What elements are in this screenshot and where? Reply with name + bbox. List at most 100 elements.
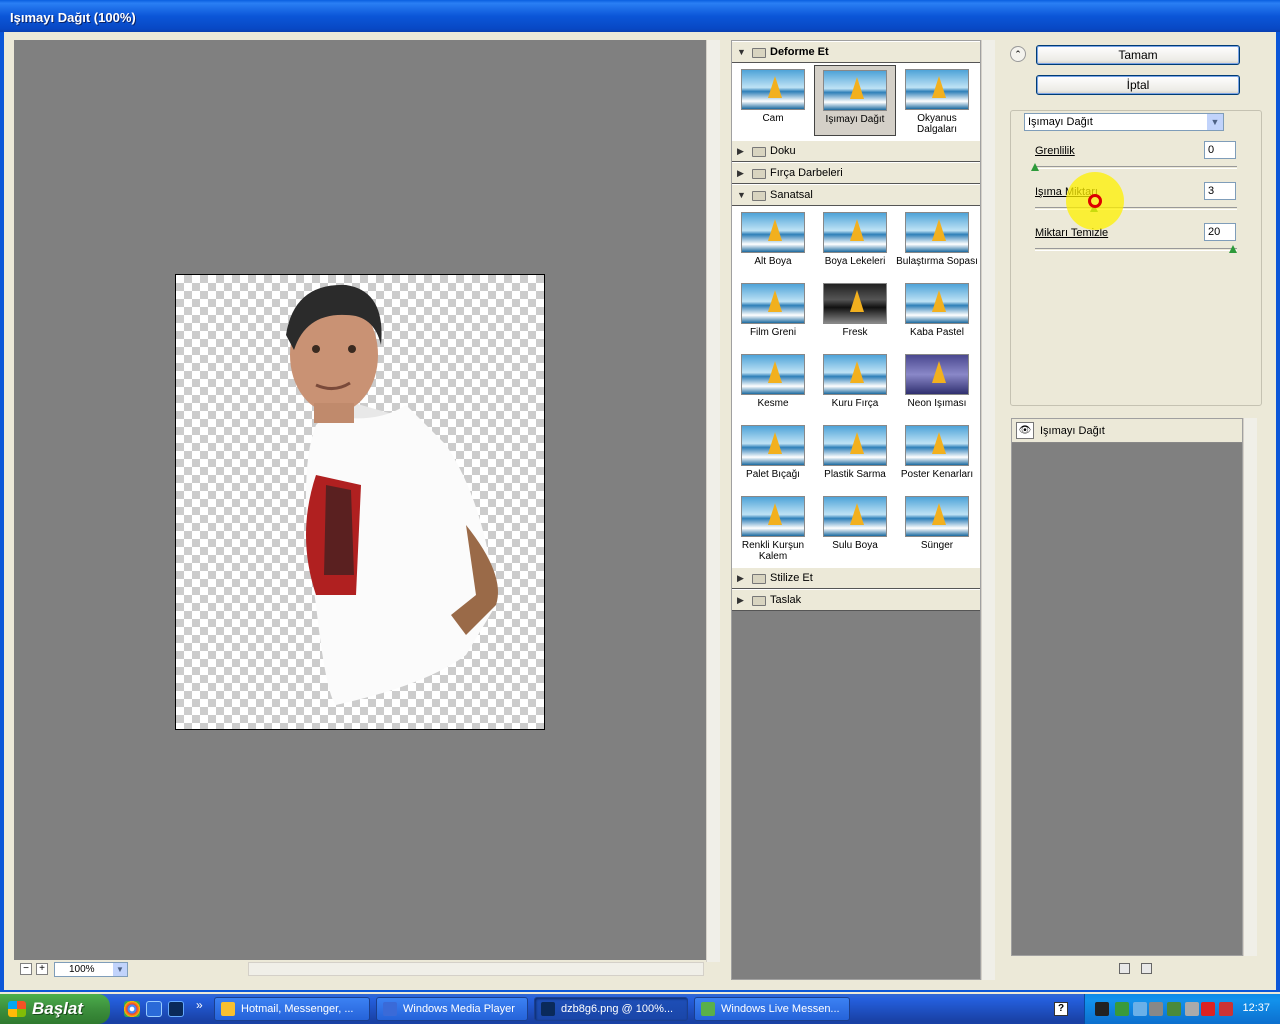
param-slider[interactable]	[1035, 204, 1237, 212]
photoshop-icon	[541, 1002, 555, 1016]
triangle-right-icon[interactable]: ▶	[737, 595, 744, 606]
collapse-gallery-button[interactable]: ⌃	[1010, 46, 1026, 62]
filter-thumbnail[interactable]: Palet Bıçağı	[732, 421, 814, 492]
filter-thumbnail[interactable]: Fresk	[814, 279, 896, 350]
taskbar-task[interactable]: dzb8g6.png @ 100%...	[534, 997, 688, 1021]
zoom-out-button[interactable]: −	[20, 963, 32, 975]
filter-select[interactable]: Işımayı Dağıt ▼	[1024, 113, 1224, 131]
layers-scrollbar[interactable]	[1243, 418, 1257, 956]
messenger-tray-icon[interactable]	[1115, 1002, 1129, 1016]
filter-thumbnail[interactable]: Bulaştırma Sopası	[896, 208, 978, 279]
folder-icon	[752, 169, 766, 179]
help-icon[interactable]: ?	[1054, 1002, 1068, 1016]
zoom-value: 100%	[69, 964, 95, 975]
triangle-right-icon[interactable]: ▶	[737, 168, 744, 179]
filter-thumbnail-label: Poster Kenarları	[900, 469, 974, 480]
taskbar-task[interactable]: Windows Media Player	[376, 997, 528, 1021]
filter-thumbnail[interactable]: Plastik Sarma	[814, 421, 896, 492]
chevron-down-icon[interactable]: ▼	[113, 963, 127, 976]
volume-tray-icon[interactable]	[1149, 1002, 1163, 1016]
gallery-category[interactable]: ▶ Doku	[732, 140, 980, 162]
gallery-scrollbar[interactable]	[981, 40, 995, 980]
folder-icon	[752, 48, 766, 58]
taskbar-task-label: dzb8g6.png @ 100%...	[561, 1003, 674, 1015]
effect-layers-panel[interactable]: 👁 Işımayı Dağıt	[1011, 418, 1243, 956]
eye-icon[interactable]: 👁	[1016, 422, 1034, 439]
zoom-select[interactable]: 100% ▼	[54, 962, 128, 977]
ie-icon[interactable]	[146, 1001, 162, 1017]
filter-thumbnail[interactable]: Boya Lekeleri	[814, 208, 896, 279]
filter-gallery[interactable]: ▼ Deforme Et Cam Işımayı Dağıt Okyanus Dalga…	[731, 40, 981, 980]
filter-thumbnail-label: Bulaştırma Sopası	[896, 256, 978, 267]
start-button[interactable]: Başlat	[0, 994, 110, 1024]
ok-button[interactable]: Tamam	[1036, 45, 1240, 65]
windows-logo-icon	[8, 1001, 26, 1017]
network-tray-icon[interactable]	[1133, 1002, 1147, 1016]
filter-thumbnail-label: Okyanus Dalgaları	[916, 113, 958, 135]
triangle-down-icon[interactable]: ▼	[737, 190, 746, 200]
gallery-category[interactable]: ▶ Fırça Darbeleri	[732, 162, 980, 184]
cancel-button[interactable]: İptal	[1036, 75, 1240, 95]
filter-thumbnail[interactable]: Sünger	[896, 492, 978, 563]
image-canvas[interactable]	[175, 274, 545, 730]
folder-icon	[752, 147, 766, 157]
filter-thumbnail[interactable]: Sulu Boya	[814, 492, 896, 563]
slider-thumb[interactable]	[1229, 245, 1237, 253]
security-tray-icon[interactable]	[1219, 1002, 1233, 1016]
taskbar-task[interactable]: Hotmail, Messenger, ...	[214, 997, 370, 1021]
filter-select-value: Işımayı Dağıt	[1028, 116, 1093, 128]
triangle-down-icon[interactable]: ▼	[737, 47, 746, 57]
zoom-in-button[interactable]: +	[36, 963, 48, 975]
filter-thumbnail[interactable]: Cam	[732, 65, 814, 136]
quicklaunch-overflow-icon[interactable]: »	[196, 998, 203, 1012]
trash-icon[interactable]	[1141, 963, 1152, 974]
filter-thumbnail[interactable]: Neon Işıması	[896, 350, 978, 421]
filter-thumbnail[interactable]: Film Greni	[732, 279, 814, 350]
filter-thumbnail[interactable]: Işımayı Dağıt	[814, 65, 896, 136]
param-slider[interactable]	[1031, 163, 1237, 171]
gallery-category[interactable]: ▶ Taslak	[732, 589, 980, 611]
person-photo	[286, 284, 498, 705]
filter-thumbnail-label: Sünger	[920, 540, 954, 551]
param-label: Grenlilik	[1035, 145, 1075, 157]
gallery-category-label: Taslak	[770, 594, 802, 606]
param-input[interactable]: 3	[1204, 182, 1236, 200]
photoshop-quicklaunch-icon[interactable]	[168, 1001, 184, 1017]
media-tray-icon[interactable]	[1095, 1002, 1109, 1016]
filter-thumbnail-label: Kuru Fırça	[831, 398, 879, 409]
filter-thumbnail[interactable]: Kuru Fırça	[814, 350, 896, 421]
triangle-right-icon[interactable]: ▶	[737, 573, 744, 584]
effect-layer-row[interactable]: 👁 Işımayı Dağıt	[1012, 419, 1242, 443]
param-input[interactable]: 20	[1204, 223, 1236, 241]
filter-thumbnail[interactable]: Okyanus Dalgaları	[896, 65, 978, 136]
filter-thumbnail[interactable]: Kesme	[732, 350, 814, 421]
chrome-icon[interactable]	[124, 1001, 140, 1017]
chevron-down-icon[interactable]: ▼	[1207, 114, 1223, 130]
media-player-icon	[383, 1002, 397, 1016]
antivirus-tray-icon[interactable]	[1201, 1002, 1215, 1016]
clock: 12:37	[1242, 1002, 1270, 1014]
filter-thumbnail[interactable]: Renkli Kurşun Kalem	[732, 492, 814, 563]
chrome-icon	[221, 1002, 235, 1016]
gallery-category[interactable]: ▼ Deforme Et	[732, 41, 980, 63]
gallery-category[interactable]: ▶ Stilize Et	[732, 567, 980, 589]
preview-area[interactable]	[14, 40, 706, 960]
filter-thumbnail[interactable]: Kaba Pastel	[896, 279, 978, 350]
gallery-category[interactable]: ▼ Sanatsal	[732, 184, 980, 206]
preview-vertical-scrollbar[interactable]	[706, 40, 720, 962]
param-input[interactable]: 0	[1204, 141, 1236, 159]
window-title-bar[interactable]: Işımayı Dağıt (100%)	[0, 0, 1280, 32]
filter-thumbnail[interactable]: Poster Kenarları	[896, 421, 978, 492]
filter-preview-image	[741, 425, 805, 466]
slider-thumb[interactable]	[1031, 163, 1039, 171]
triangle-right-icon[interactable]: ▶	[737, 146, 744, 157]
system-tray: 12:37	[1084, 994, 1280, 1024]
utility-tray-icon[interactable]	[1185, 1002, 1199, 1016]
taskbar: Başlat » Hotmail, Messenger, ... Windows …	[0, 994, 1280, 1024]
new-effect-layer-icon[interactable]	[1119, 963, 1130, 974]
update-tray-icon[interactable]	[1167, 1002, 1181, 1016]
param-slider[interactable]	[1035, 245, 1237, 253]
filter-thumbnail[interactable]: Alt Boya	[732, 208, 814, 279]
preview-horizontal-scrollbar[interactable]	[248, 962, 704, 976]
taskbar-task[interactable]: Windows Live Messen...	[694, 997, 850, 1021]
